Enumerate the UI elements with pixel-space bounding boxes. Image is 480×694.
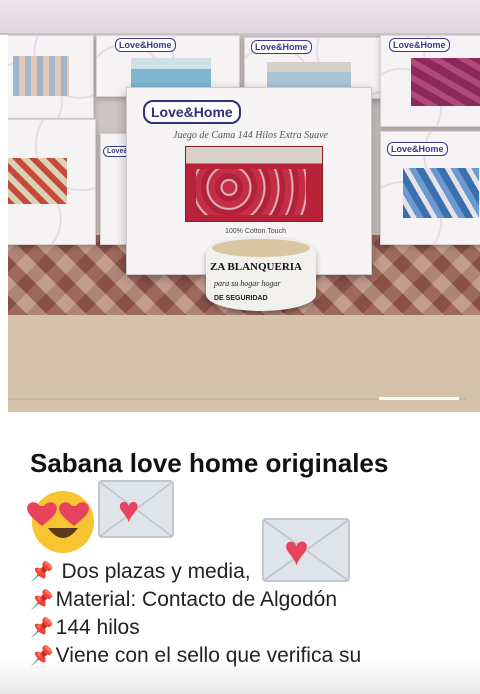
tape-text-2: para su hogar hogar [214,279,281,288]
line-text: 144 hilos [55,616,140,639]
love-letter-icon: ♥ [262,518,350,582]
carousel-progress-indicator [379,397,459,400]
product-box [8,35,94,119]
post-body-line: 📌 Dos plazas y media, [30,560,251,584]
product-box: Love&Home [380,131,480,245]
line-text: Material: Contacto de Algodón [55,588,338,611]
pushpin-icon: 📌 [30,618,54,639]
bedding-photo [185,146,323,222]
product-box: Love&Home [380,35,480,127]
security-tape-roll: ZA BLANQUERIA para su hogar hogar DE SEG… [206,237,316,311]
bottom-scroll-fade [0,660,480,694]
tape-text-1: ZA BLANQUERIA [210,261,302,273]
box-brand-label: Love&Home [115,38,176,52]
main-box-brand: Love&Home [143,100,241,124]
post-body-line: 📌144 hilos [30,616,140,640]
product-box [8,119,96,245]
line-text: Dos plazas y media, [61,560,251,583]
pushpin-icon: 📌 [30,590,54,611]
pushpin-icon: 📌 [30,562,54,583]
product-photo: Love&Home Love&Home Love&Home Love&Home … [8,35,480,315]
post-image-carousel[interactable]: Love&Home Love&Home Love&Home Love&Home … [8,35,480,412]
love-letter-icon: ♥ [98,480,174,538]
main-box-fabric: 100% Cotton Touch [225,228,286,235]
post-title: Sabana love home originales [30,448,389,478]
box-brand-label: Love&Home [389,38,450,52]
box-brand-label: Love&Home [251,40,312,54]
post-body-line: 📌Material: Contacto de Algodón [30,588,337,612]
box-brand-label: Love&Home [387,142,448,156]
tape-text-3: DE SEGURIDAD [214,295,268,302]
heart-eyes-face-icon [27,491,94,553]
top-bar [0,0,480,34]
main-box-subtitle: Juego de Cama 144 Hilos Extra Suave [173,130,328,141]
